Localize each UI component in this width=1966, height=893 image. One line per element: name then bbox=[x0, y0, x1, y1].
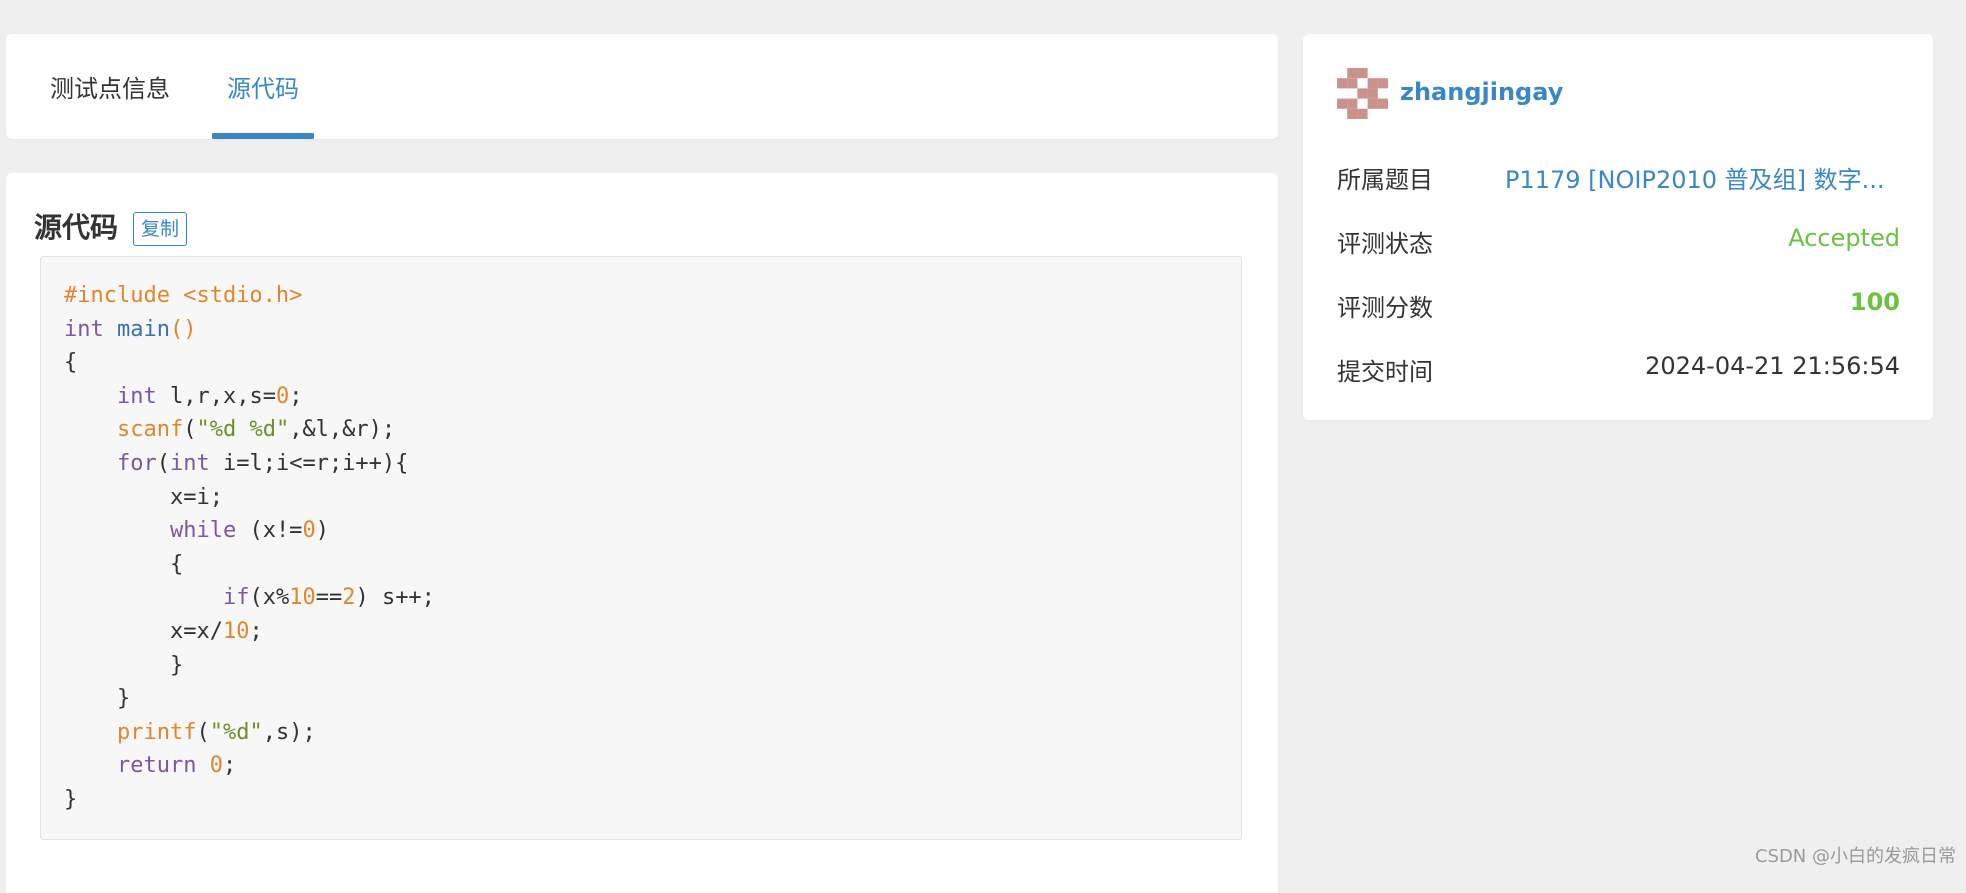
source-title: 源代码 bbox=[34, 211, 119, 244]
code-line: #include <stdio.h> bbox=[64, 283, 302, 308]
code-line: for(int i=l;i<=r;i++){ bbox=[64, 451, 408, 476]
code-token: ,s); bbox=[262, 719, 316, 745]
code-token: 2 bbox=[342, 585, 356, 611]
code-line: int l,r,x,s=0; bbox=[64, 384, 302, 409]
code-token: ; bbox=[289, 383, 303, 409]
code-token: 0 bbox=[275, 383, 290, 409]
watermark: CSDN @小白的发疯日常 bbox=[1754, 846, 1956, 867]
tab-source-code[interactable]: 源代码 bbox=[212, 34, 314, 139]
avatar-icon bbox=[1337, 68, 1388, 119]
code-token: x=x/ bbox=[64, 618, 223, 644]
code-token: 10 bbox=[222, 618, 250, 644]
code-token: while bbox=[169, 518, 237, 544]
code-token: int bbox=[116, 383, 157, 409]
code-line: scanf("%d %d",&l,&r); bbox=[64, 417, 395, 442]
code-token: scanf bbox=[116, 417, 184, 443]
code-token: i=l;i<=r;i++){ bbox=[209, 450, 409, 476]
copy-button[interactable]: 复制 bbox=[133, 212, 188, 246]
code-token: } bbox=[64, 652, 184, 678]
submit-time-value: 2024-04-21 21:56:54 bbox=[1645, 352, 1900, 380]
code-line: } bbox=[64, 653, 183, 678]
code-token: int bbox=[169, 450, 210, 476]
code-token: printf bbox=[116, 719, 197, 745]
code-token: ) s++; bbox=[355, 585, 435, 611]
code-token: ,&l,&r); bbox=[289, 417, 396, 443]
code-token: "%d" bbox=[209, 719, 263, 745]
code-token: ; bbox=[222, 753, 237, 779]
code-token: { bbox=[64, 350, 78, 376]
code-token: "%d %d" bbox=[196, 417, 290, 443]
code-line: x=x/10; bbox=[64, 619, 263, 644]
code-token: ; bbox=[249, 618, 263, 644]
tab-test-info[interactable]: 测试点信息 bbox=[26, 34, 194, 139]
problem-label: 所属题目 bbox=[1337, 166, 1433, 194]
code-line: while (x!=0) bbox=[64, 518, 329, 543]
code-line: { bbox=[64, 552, 183, 577]
code-token: 0 bbox=[302, 518, 316, 544]
source-code: #include <stdio.h> int main() { int l,r,… bbox=[64, 279, 435, 817]
username-link[interactable]: zhangjingay bbox=[1400, 78, 1563, 106]
code-line: } bbox=[64, 686, 130, 711]
code-token: == bbox=[315, 585, 343, 611]
code-token: ( bbox=[183, 417, 197, 443]
code-token: ( bbox=[156, 450, 170, 476]
code-token: x=i; bbox=[64, 484, 223, 510]
score-value: 100 bbox=[1849, 288, 1900, 316]
code-line: if(x%10==2) s++; bbox=[64, 585, 435, 610]
code-token: { bbox=[64, 551, 184, 577]
code-token: main bbox=[117, 316, 170, 342]
problem-link[interactable]: P1179 [NOIP2010 普及组] 数字... bbox=[1505, 160, 1885, 195]
code-token: () bbox=[169, 316, 197, 342]
code-token: (x!= bbox=[236, 518, 303, 544]
code-token: #include <stdio.h> bbox=[64, 283, 303, 308]
code-token: (x% bbox=[249, 585, 290, 611]
code-token: if bbox=[222, 585, 250, 611]
status-value: Accepted bbox=[1788, 224, 1900, 252]
code-token: for bbox=[116, 450, 157, 476]
code-token: 0 bbox=[209, 753, 223, 779]
score-label: 评测分数 bbox=[1337, 294, 1433, 322]
code-token: } bbox=[64, 686, 131, 712]
code-line: } bbox=[64, 787, 77, 812]
code-line: x=i; bbox=[64, 485, 223, 510]
code-token: l,r,x,s= bbox=[156, 383, 276, 409]
code-token: int bbox=[64, 316, 104, 342]
code-token: } bbox=[64, 786, 78, 812]
code-line: return 0; bbox=[64, 753, 236, 778]
status-label: 评测状态 bbox=[1337, 230, 1433, 258]
code-line: printf("%d",s); bbox=[64, 720, 316, 745]
code-line: { bbox=[64, 350, 77, 375]
code-line: int main() bbox=[64, 317, 196, 342]
code-token: return bbox=[116, 753, 197, 779]
code-token: ( bbox=[196, 719, 210, 745]
code-token: 10 bbox=[289, 585, 316, 611]
tab-bar: 测试点信息 源代码 bbox=[6, 34, 1278, 139]
time-label: 提交时间 bbox=[1337, 358, 1433, 386]
code-token: ) bbox=[315, 518, 329, 544]
